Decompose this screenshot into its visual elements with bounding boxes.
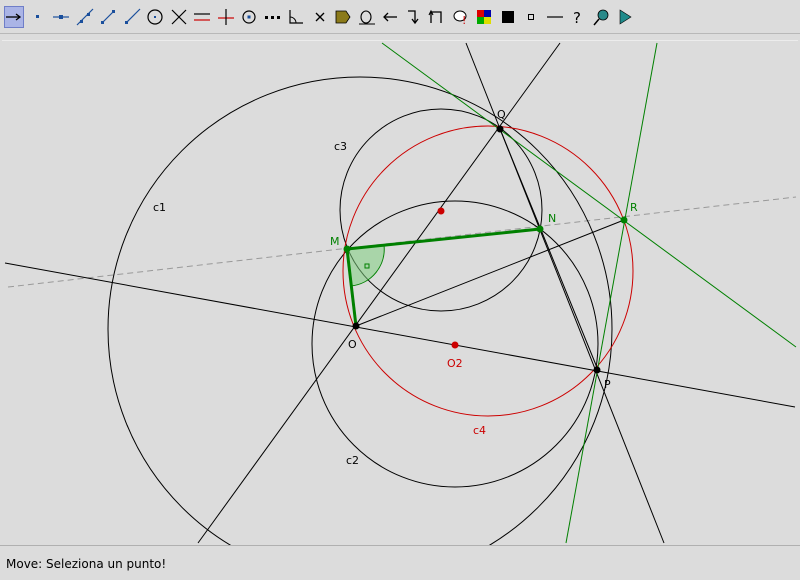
locus-icon <box>358 9 375 24</box>
line-through-two-points-icon <box>76 8 93 25</box>
status-message: Move: Seleziona un punto! <box>6 557 167 571</box>
macro-tool-button[interactable]: ! <box>451 6 471 28</box>
play-icon <box>619 8 632 25</box>
angle-marker-M <box>346 244 385 287</box>
label-c3: c3 <box>334 140 347 153</box>
help-tool-button[interactable]: ? <box>568 6 588 28</box>
toolbar: ! ? <box>0 0 800 34</box>
svg-text:!: ! <box>462 14 466 26</box>
dotted-line-tool-button[interactable] <box>263 6 283 28</box>
label-Q: Q <box>497 108 506 121</box>
undo-tool-button[interactable] <box>380 6 400 28</box>
reflect-icon <box>428 9 442 23</box>
line-style-icon <box>546 15 563 18</box>
play-tool-button[interactable] <box>615 6 635 28</box>
drawing-canvas[interactable]: Q N M R O O2 P c1 c2 c3 c4 <box>2 40 798 545</box>
zoom-icon <box>592 9 608 25</box>
new-point-icon <box>35 14 39 18</box>
midpoint-tool-button[interactable] <box>239 6 259 28</box>
point-on-object-tool-button[interactable] <box>51 6 71 28</box>
label-N: N <box>548 212 556 225</box>
parallel-line-icon <box>194 12 210 21</box>
fill-style-tool-button[interactable] <box>498 6 518 28</box>
black-square-icon <box>501 10 514 23</box>
line-tool-button[interactable] <box>75 6 95 28</box>
circle-icon <box>147 8 163 25</box>
tangent-line-P[interactable] <box>565 42 658 544</box>
small-point-style-icon <box>528 13 534 20</box>
macro-icon: ! <box>453 10 466 26</box>
label-M: M <box>330 235 340 248</box>
ray-tool-button[interactable] <box>122 6 142 28</box>
color-tool-button[interactable] <box>474 6 494 28</box>
label-R: R <box>630 201 638 214</box>
segment-MN[interactable] <box>346 227 541 251</box>
point-N[interactable] <box>536 225 544 233</box>
circle-c1[interactable] <box>107 76 613 545</box>
label-P: P <box>604 378 611 391</box>
perpendicular-line-icon <box>217 8 234 25</box>
angle-tool-button[interactable] <box>286 6 306 28</box>
color-palette-icon <box>477 9 491 24</box>
perpendicular-tool-button[interactable] <box>216 6 236 28</box>
undo-arrow-icon <box>383 12 397 21</box>
label-c1: c1 <box>153 201 166 214</box>
move-tool-button[interactable] <box>4 5 24 28</box>
circle-tool-button[interactable] <box>145 6 165 28</box>
point-c3-center[interactable] <box>437 207 445 215</box>
point-style-tool-button[interactable] <box>521 6 541 28</box>
locus-tool-button[interactable] <box>357 6 377 28</box>
transform-icon <box>407 9 419 24</box>
help-icon: ? <box>573 9 581 26</box>
line-OP[interactable] <box>4 262 796 408</box>
segment-icon <box>101 9 115 24</box>
label-c2: c2 <box>346 454 359 467</box>
intersect-tool-button[interactable] <box>169 6 189 28</box>
point-M[interactable] <box>343 245 351 253</box>
point-Q[interactable] <box>496 125 504 133</box>
point-O2[interactable] <box>451 341 459 349</box>
segment-tool-button[interactable] <box>98 6 118 28</box>
angle-icon <box>289 9 303 24</box>
intersect-icon <box>171 9 186 24</box>
delete-icon <box>315 12 324 21</box>
dotted-line-icon <box>264 15 280 19</box>
polygon-tool-button[interactable] <box>333 6 353 28</box>
transform-tool-button[interactable] <box>404 6 424 28</box>
new-point-tool-button[interactable] <box>28 6 48 28</box>
point-P[interactable] <box>593 366 601 374</box>
geometry-figure: Q N M R O O2 P c1 c2 c3 c4 <box>4 42 797 545</box>
label-O2: O2 <box>447 357 463 370</box>
parallel-tool-button[interactable] <box>192 6 212 28</box>
polygon-icon <box>335 10 351 23</box>
zoom-tool-button[interactable] <box>592 6 612 28</box>
svg-text:?: ? <box>573 9 581 26</box>
label-O: O <box>348 338 357 351</box>
line-OQ[interactable] <box>197 42 561 544</box>
point-on-object-icon <box>53 14 69 19</box>
reflect-tool-button[interactable] <box>427 6 447 28</box>
point-O[interactable] <box>352 322 360 330</box>
status-bar: Move: Seleziona un punto! <box>0 545 800 580</box>
move-arrow-icon <box>6 12 22 21</box>
label-c4: c4 <box>473 424 486 437</box>
segment-OR[interactable] <box>355 219 625 327</box>
midpoint-icon <box>242 9 256 24</box>
line-QP-extended[interactable] <box>465 42 665 544</box>
point-R[interactable] <box>620 216 628 224</box>
ray-icon <box>124 8 140 24</box>
tangent-line-Q[interactable] <box>381 42 797 348</box>
circle-c4[interactable] <box>342 125 634 417</box>
delete-tool-button[interactable] <box>310 6 330 28</box>
line-style-tool-button[interactable] <box>545 6 565 28</box>
